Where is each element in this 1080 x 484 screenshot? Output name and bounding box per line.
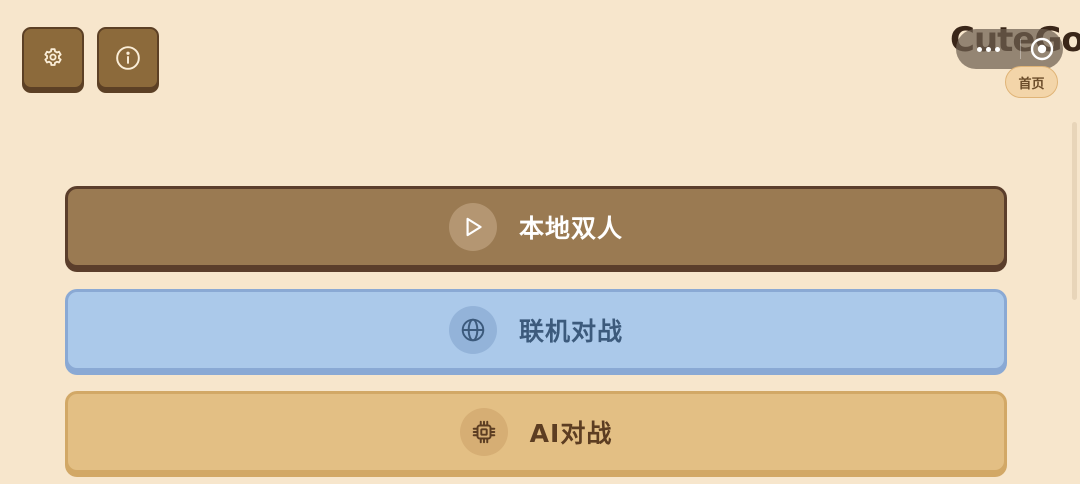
ai-match-label: AI对战 xyxy=(529,419,613,448)
ai-match-button[interactable]: AI对战 xyxy=(65,391,1007,473)
more-dot-icon xyxy=(994,46,1000,52)
more-options-button[interactable] xyxy=(956,29,1020,69)
more-dot-icon xyxy=(976,46,982,52)
online-match-label: 联机对战 xyxy=(518,317,623,346)
play-icon xyxy=(448,203,497,251)
globe-icon xyxy=(448,306,497,354)
more-dot-icon xyxy=(985,46,991,52)
main-menu-page: CuteGo 首页 本地双人 xyxy=(0,0,1080,484)
gear-icon xyxy=(41,46,65,70)
close-app-button[interactable] xyxy=(1021,29,1063,69)
target-icon xyxy=(1030,37,1054,61)
info-button[interactable] xyxy=(97,27,159,89)
home-tag[interactable]: 首页 xyxy=(1005,66,1058,98)
info-icon xyxy=(115,45,141,71)
capsule-menu xyxy=(956,29,1063,69)
local-two-player-button[interactable]: 本地双人 xyxy=(65,186,1007,268)
settings-button[interactable] xyxy=(22,27,84,89)
scrollbar[interactable] xyxy=(1072,122,1077,300)
chip-icon xyxy=(459,408,508,456)
online-match-button[interactable]: 联机对战 xyxy=(65,289,1007,371)
local-two-player-label: 本地双人 xyxy=(518,214,623,243)
